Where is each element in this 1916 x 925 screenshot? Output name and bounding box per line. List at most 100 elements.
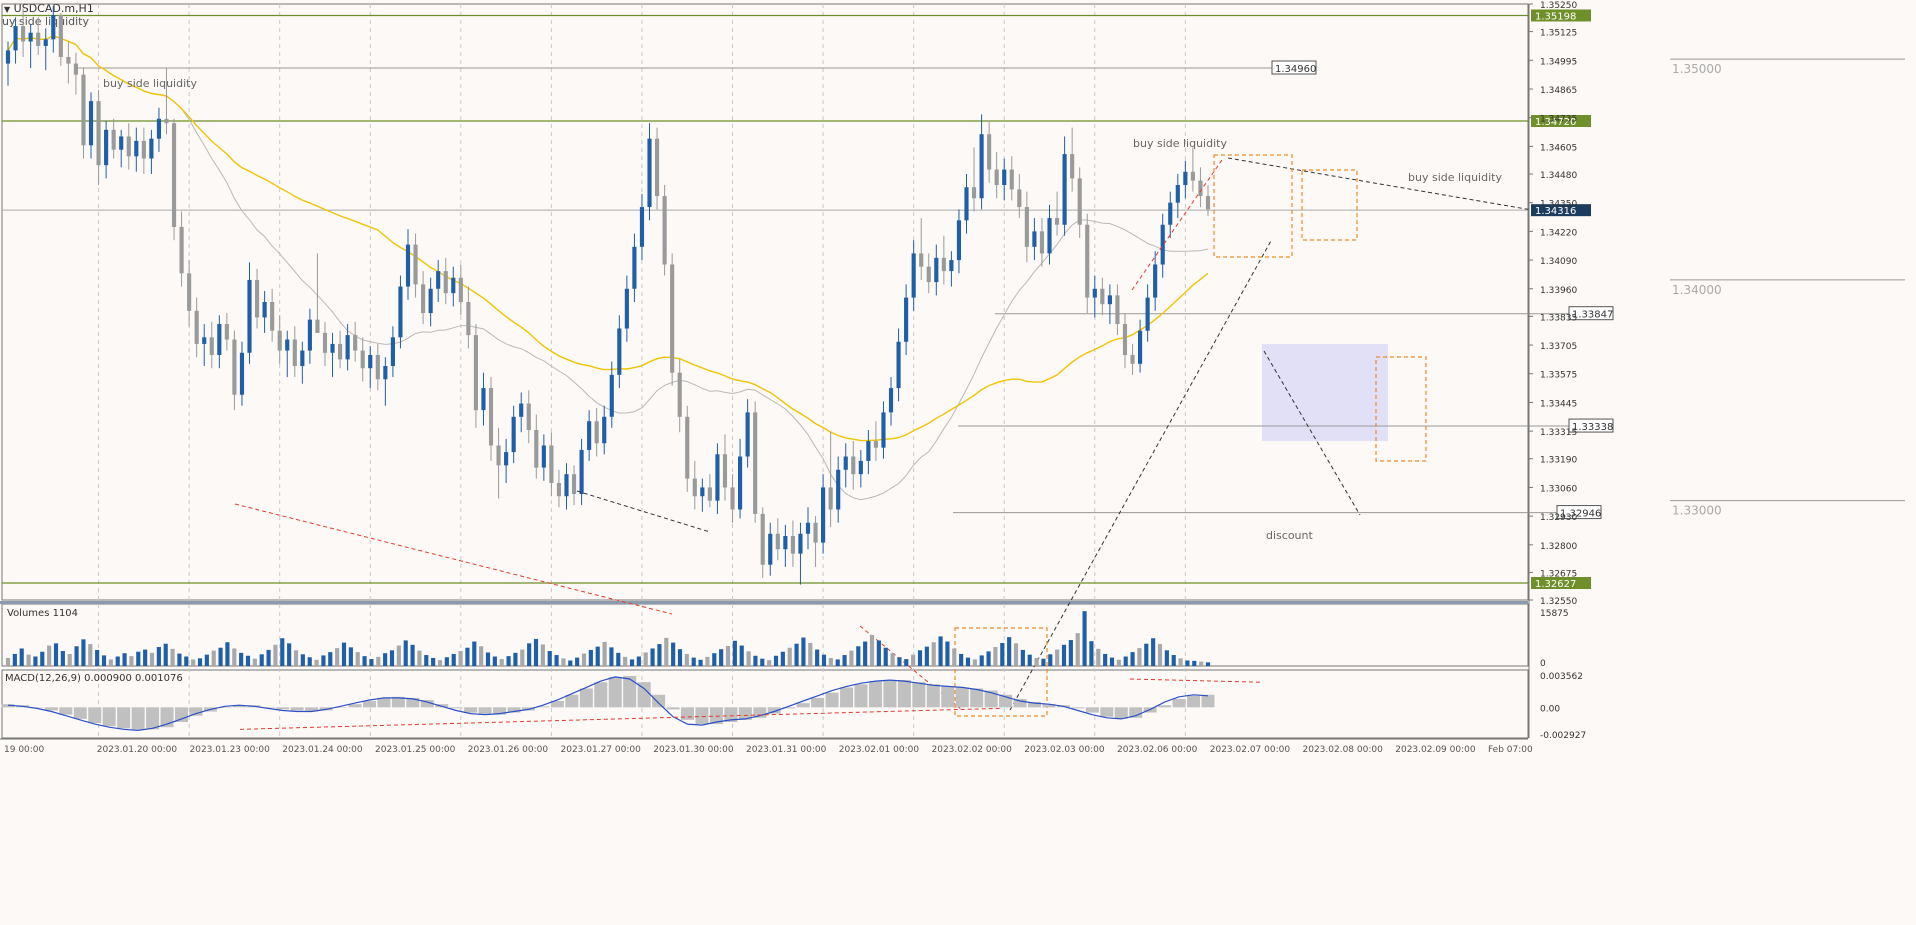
volume-bar	[979, 655, 984, 666]
time-axis-label: 2023.01.25 00:00	[375, 745, 456, 755]
volume-bar	[1205, 662, 1211, 666]
volume-bar	[1013, 643, 1019, 666]
volume-bar	[184, 656, 189, 666]
price-axis-label: 1.34220	[1540, 228, 1577, 238]
candle-body	[994, 169, 999, 186]
chart-canvas[interactable]: 1.351981.347201.343161.326271.349601.338…	[0, 0, 1916, 925]
price-axis-label: 1.33445	[1540, 399, 1577, 409]
chart-annotation: buy side liquidity	[1408, 171, 1502, 184]
macd-histogram-bar	[146, 707, 160, 730]
volume-bar	[808, 642, 813, 666]
candle-body	[1002, 169, 1007, 186]
volume-bar	[451, 653, 456, 666]
volume-bar	[88, 644, 93, 666]
volume-bar	[293, 650, 299, 666]
candle-body	[1077, 178, 1082, 225]
red-trendline	[234, 503, 673, 615]
price-axis-label: 1.34865	[1540, 86, 1577, 96]
candle-body	[21, 26, 26, 42]
candle-body	[730, 487, 735, 510]
volume-bar	[1123, 656, 1128, 666]
macd-histogram-bar	[59, 707, 73, 715]
volume-bar	[911, 654, 916, 666]
candle-body	[315, 319, 320, 333]
candle-body	[1175, 185, 1180, 203]
candle-body	[277, 330, 282, 351]
volume-bar	[1000, 642, 1005, 666]
volume-bar	[122, 653, 127, 666]
macd-divergence-line	[239, 707, 1001, 730]
volume-bar	[664, 637, 669, 666]
volume-bar	[197, 658, 203, 666]
chart-annotation: discount	[1266, 529, 1313, 542]
volume-bar	[149, 652, 155, 666]
time-axis-label: Feb 07:00	[1488, 745, 1533, 755]
candle-body	[481, 388, 486, 411]
volume-bar	[1027, 654, 1032, 666]
volume-bar	[431, 657, 436, 666]
macd-histogram-bar	[868, 681, 882, 708]
volume-bar	[876, 640, 881, 666]
volume-bar	[1199, 661, 1204, 666]
black-trendline	[576, 490, 711, 533]
candle-body	[941, 257, 946, 272]
volume-bar	[1089, 641, 1094, 666]
volume-bar	[1171, 655, 1176, 666]
volume-bar	[204, 654, 209, 666]
volume-bar	[883, 647, 888, 666]
macd-divergence-line	[1129, 678, 1261, 683]
candle-body	[202, 337, 207, 344]
candle-body	[1183, 171, 1188, 186]
volume-bar	[1178, 658, 1183, 666]
candle-body	[783, 535, 788, 550]
candle-body	[232, 339, 237, 395]
volume-bar	[287, 643, 292, 666]
volume-bar	[698, 659, 703, 666]
time-axis-label: 2023.01.26 00:00	[468, 745, 549, 755]
main-panel-frame	[1, 3, 1529, 601]
volume-bar	[725, 645, 731, 666]
candle-body	[504, 452, 509, 466]
volume-bar	[341, 642, 347, 666]
volume-bar	[972, 659, 977, 666]
volume-bar	[396, 645, 401, 666]
candle-body	[1054, 218, 1060, 225]
volume-bar	[485, 652, 491, 666]
volume-bar	[47, 645, 52, 666]
volume-bar	[815, 649, 820, 666]
candle-body	[1122, 324, 1128, 355]
macd-histogram-bar	[1114, 707, 1128, 719]
volume-bar	[787, 647, 792, 666]
volume-bar	[801, 637, 806, 666]
candle-body	[881, 412, 886, 448]
volume-bar	[719, 649, 724, 666]
candle-body	[451, 277, 456, 294]
volume-bar	[191, 659, 196, 666]
volume-bar	[33, 656, 38, 666]
time-axis-label: 2023.02.03 00:00	[1024, 745, 1105, 755]
volume-bar	[794, 643, 799, 666]
candle-body	[722, 454, 728, 488]
candle-body	[700, 487, 705, 497]
volume-bar	[129, 656, 134, 666]
candle-body	[768, 533, 773, 565]
volume-bar	[410, 644, 415, 666]
time-axis-label: 2023.01.27 00:00	[561, 745, 642, 755]
volume-bar	[300, 654, 305, 666]
candle-body	[926, 266, 931, 283]
price-axis-label: 1.34480	[1540, 171, 1577, 181]
candle-body	[851, 456, 856, 475]
candle-body	[1085, 224, 1090, 298]
macd-histogram-bar	[73, 707, 87, 719]
volume-bar	[245, 655, 251, 666]
volume-bar	[897, 657, 902, 666]
macd-panel-frame	[1, 669, 1529, 739]
volume-bar	[506, 656, 511, 666]
price-axis-label: 1.32930	[1540, 513, 1577, 523]
volume-bar	[671, 642, 676, 666]
macd-histogram-bar	[1071, 707, 1085, 709]
volume-bar	[959, 653, 964, 666]
volume-bar	[95, 649, 100, 666]
candle-body	[209, 337, 214, 355]
candle-body	[964, 187, 969, 221]
